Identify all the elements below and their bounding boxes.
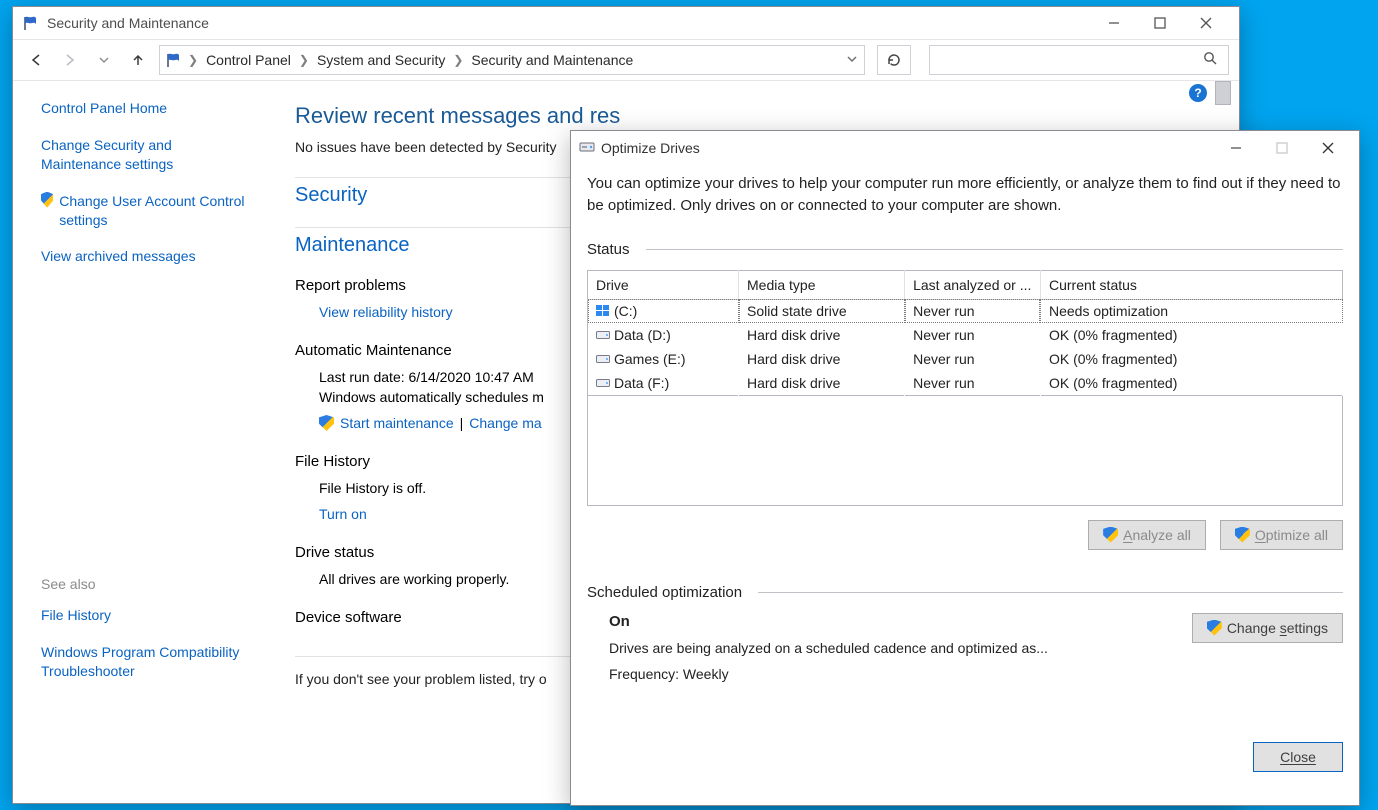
see-also-compat-troubleshooter[interactable]: Windows Program Compatibility Troublesho…	[41, 643, 253, 681]
drive-icon	[579, 139, 595, 158]
col-status[interactable]: Current status	[1040, 270, 1342, 299]
shield-icon	[41, 192, 53, 208]
minimize-button[interactable]	[1091, 8, 1137, 38]
sched-label: Scheduled optimization	[587, 584, 742, 601]
close-button[interactable]	[1183, 8, 1229, 38]
page-heading: Review recent messages and res	[295, 103, 1217, 129]
chevron-down-icon[interactable]	[846, 52, 858, 68]
drive-row[interactable]: (C:)Solid state driveNever runNeeds opti…	[588, 299, 1343, 323]
analyze-all-button[interactable]: Analyze all	[1088, 520, 1206, 550]
od-maximize-button	[1259, 133, 1305, 163]
optimize-drives-dialog: Optimize Drives You can optimize your dr…	[570, 130, 1360, 806]
hr	[646, 249, 1343, 250]
nav-history-dropdown[interactable]	[91, 47, 117, 73]
nav-forward-button[interactable]	[57, 47, 83, 73]
sidebar-item-uac[interactable]: Change User Account Control settings	[59, 192, 253, 230]
od-close-button[interactable]	[1305, 133, 1351, 163]
windows-drive-icon	[596, 304, 610, 316]
od-minimize-button[interactable]	[1213, 133, 1259, 163]
shield-icon	[1235, 527, 1250, 543]
breadcrumb-item[interactable]: System and Security	[315, 50, 447, 70]
start-maintenance-link[interactable]: Start maintenance	[340, 415, 454, 431]
sidebar-item-change-security[interactable]: Change Security and Maintenance settings	[41, 136, 253, 174]
sched-freq: Frequency: Weekly	[609, 666, 1192, 682]
drive-icon	[596, 376, 610, 388]
breadcrumb-item[interactable]: Control Panel	[204, 50, 293, 70]
maximize-button[interactable]	[1137, 8, 1183, 38]
optimize-all-button[interactable]: Optimize all	[1220, 520, 1343, 550]
sched-desc: Drives are being analyzed on a scheduled…	[609, 640, 1192, 656]
drives-table-empty-area[interactable]	[587, 396, 1343, 506]
see-also-label: See also	[41, 576, 253, 592]
close-label: Close	[1280, 749, 1316, 765]
window-title: Security and Maintenance	[47, 15, 209, 31]
cp-sidebar: Control Panel Home Change Security and M…	[13, 81, 273, 803]
od-titlebar[interactable]: Optimize Drives	[571, 131, 1359, 165]
search-box[interactable]	[929, 45, 1229, 75]
shield-icon	[1207, 620, 1222, 636]
change-settings-button[interactable]: Change settings	[1192, 613, 1343, 643]
drives-table: Drive Media type Last analyzed or ... Cu…	[587, 270, 1343, 396]
see-also-file-history[interactable]: File History	[41, 606, 253, 625]
drive-row[interactable]: Data (D:)Hard disk driveNever runOK (0% …	[588, 323, 1343, 347]
breadcrumb-item[interactable]: Security and Maintenance	[469, 50, 635, 70]
drive-row[interactable]: Games (E:)Hard disk driveNever runOK (0%…	[588, 347, 1343, 371]
drives-table-head[interactable]: Drive Media type Last analyzed or ... Cu…	[588, 270, 1343, 299]
sidebar-item-home[interactable]: Control Panel Home	[41, 99, 253, 118]
address-bar[interactable]: ❯ Control Panel ❯ System and Security ❯ …	[159, 45, 865, 75]
od-intro-text: You can optimize your drives to help you…	[587, 173, 1343, 217]
sidebar-item-archived[interactable]: View archived messages	[41, 247, 253, 266]
change-maintenance-link[interactable]: Change ma	[469, 415, 541, 431]
col-media[interactable]: Media type	[739, 270, 905, 299]
chevron-right-icon: ❯	[299, 53, 309, 67]
drive-row[interactable]: Data (F:)Hard disk driveNever runOK (0% …	[588, 371, 1343, 395]
cp-toolbar: ❯ Control Panel ❯ System and Security ❯ …	[13, 39, 1239, 81]
col-last[interactable]: Last analyzed or ...	[905, 270, 1041, 299]
refresh-button[interactable]	[877, 45, 911, 75]
chevron-right-icon: ❯	[188, 53, 198, 67]
hr	[758, 592, 1343, 593]
shield-icon	[319, 415, 334, 431]
help-icon[interactable]: ?	[1189, 84, 1207, 102]
cp-titlebar[interactable]: Security and Maintenance	[13, 7, 1239, 39]
shield-icon	[1103, 527, 1118, 543]
drive-icon	[596, 328, 610, 340]
nav-back-button[interactable]	[23, 47, 49, 73]
col-drive[interactable]: Drive	[588, 270, 739, 299]
od-title-text: Optimize Drives	[601, 140, 700, 156]
search-icon	[1203, 51, 1218, 69]
drive-icon	[596, 352, 610, 364]
pipe-sep: |	[460, 415, 464, 431]
close-button[interactable]: Close	[1253, 742, 1343, 772]
scrollbar-thumb[interactable]	[1215, 81, 1231, 105]
sched-on-label: On	[609, 613, 1192, 630]
flag-icon	[166, 52, 182, 68]
chevron-right-icon: ❯	[453, 53, 463, 67]
flag-icon	[23, 15, 39, 31]
nav-up-button[interactable]	[125, 47, 151, 73]
status-label: Status	[587, 241, 630, 258]
